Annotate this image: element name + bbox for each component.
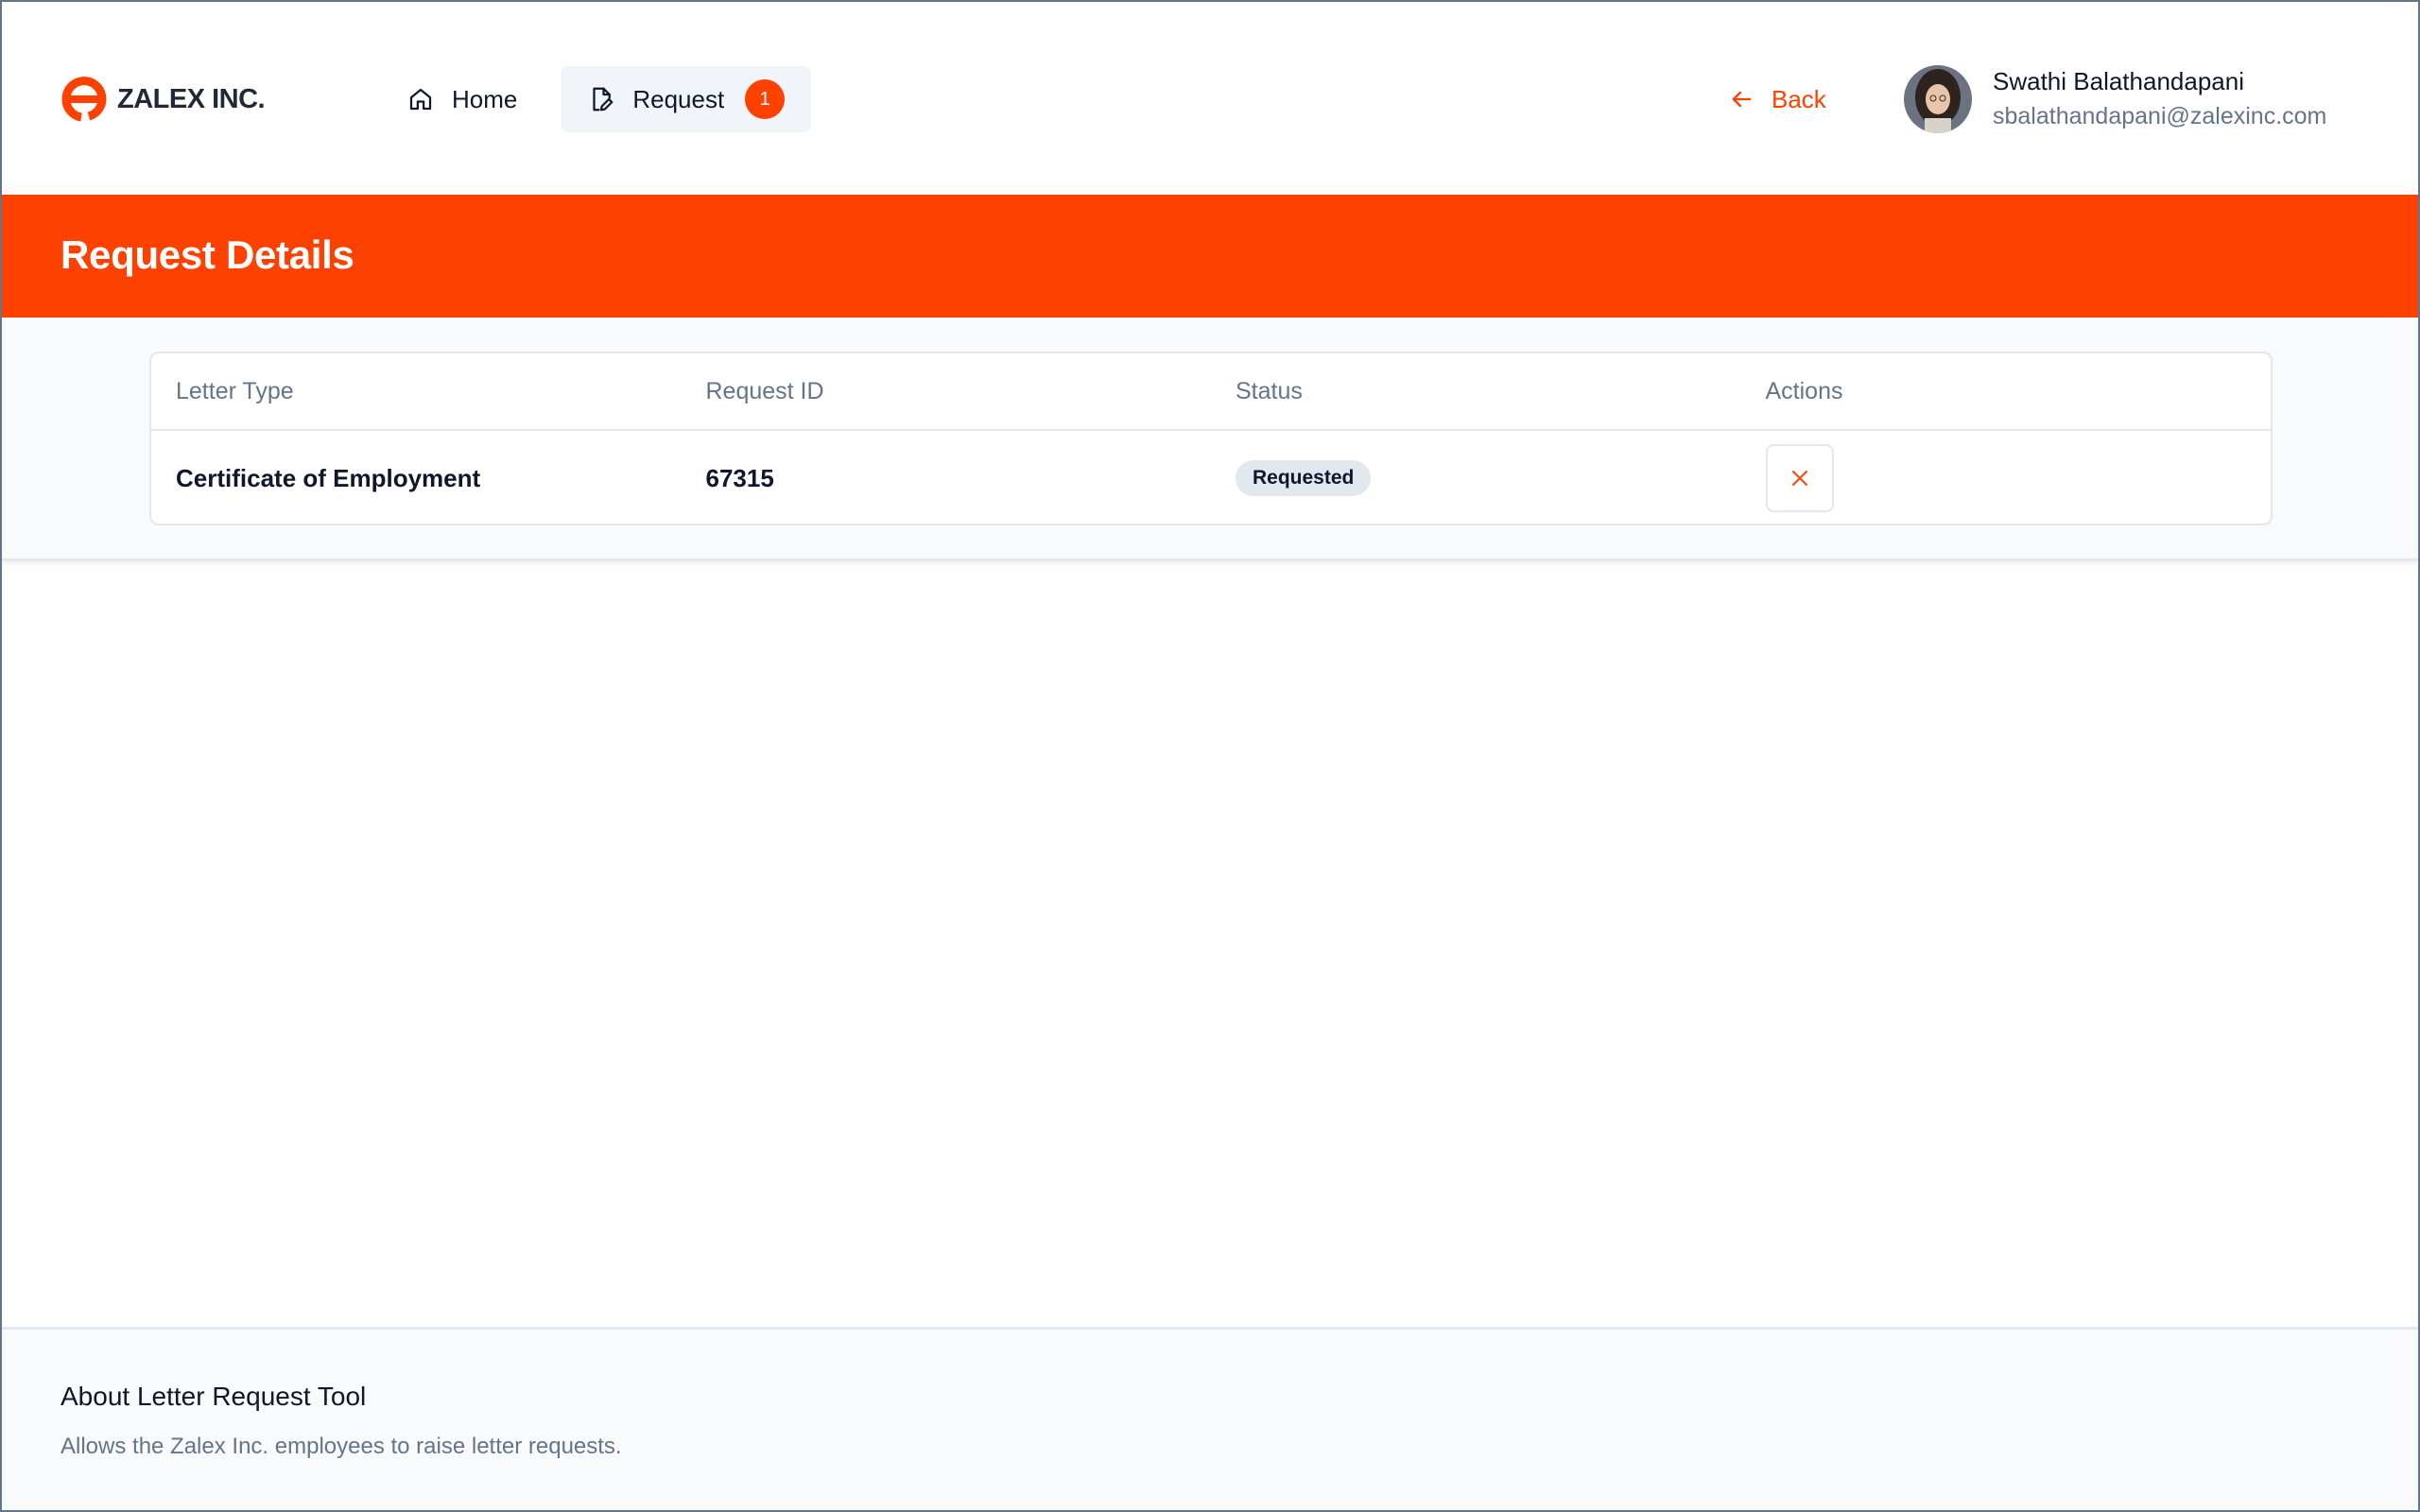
arrow-left-icon bbox=[1732, 91, 1752, 108]
brand-name: ZALEX INC. bbox=[117, 83, 266, 114]
column-header-actions: Actions bbox=[1765, 377, 1843, 404]
zalex-logo-icon bbox=[61, 77, 107, 122]
cancel-request-button[interactable] bbox=[1765, 444, 1834, 512]
user-profile[interactable]: Swathi Balathandapani sbalathandapani@za… bbox=[1904, 64, 2326, 134]
column-header-request-id: Request ID bbox=[705, 377, 824, 404]
main-navigation: Home Request 1 bbox=[378, 66, 812, 132]
user-email: sbalathandapani@zalexinc.com bbox=[1993, 103, 2327, 129]
nav-home-label: Home bbox=[452, 84, 518, 113]
page-banner: Request Details bbox=[2, 195, 2418, 318]
page-footer: About Letter Request Tool Allows the Zal… bbox=[2, 1327, 2418, 1510]
nav-home[interactable]: Home bbox=[378, 66, 545, 132]
request-id-cell: 67315 bbox=[705, 463, 774, 492]
status-badge: Requested bbox=[1236, 460, 1372, 496]
footer-title: About Letter Request Tool bbox=[60, 1382, 367, 1411]
status-cell: Requested bbox=[1211, 460, 1741, 496]
user-info: Swathi Balathandapani sbalathandapani@za… bbox=[1993, 64, 2326, 134]
footer-description: Allows the Zalex Inc. employees to raise… bbox=[60, 1434, 622, 1459]
nav-request-label: Request bbox=[632, 84, 725, 113]
actions-cell bbox=[1741, 444, 2272, 512]
close-icon bbox=[1791, 471, 1807, 486]
column-header-status: Status bbox=[1236, 377, 1303, 404]
page-title: Request Details bbox=[60, 232, 354, 277]
user-photo bbox=[1904, 65, 1972, 133]
document-edit-icon bbox=[593, 87, 614, 112]
avatar bbox=[1904, 65, 1972, 133]
top-navigation-bar: ZALEX INC. Home Request 1 Back Swathi Ba… bbox=[2, 2, 2418, 195]
brand-logo[interactable]: ZALEX INC. bbox=[60, 76, 266, 123]
request-table-section: Letter Type Request ID Status Actions Ce… bbox=[2, 318, 2418, 561]
letter-type-cell: Certificate of Employment bbox=[176, 463, 481, 492]
back-button[interactable]: Back bbox=[1728, 77, 1826, 121]
nav-request[interactable]: Request 1 bbox=[561, 66, 812, 132]
app-window: ZALEX INC. Home Request 1 Back Swathi Ba… bbox=[0, 0, 2420, 1512]
request-table: Letter Type Request ID Status Actions Ce… bbox=[149, 352, 2273, 525]
table-row: Certificate of Employment 67315 Requeste… bbox=[151, 431, 2272, 524]
home-icon bbox=[409, 88, 432, 111]
column-header-letter-type: Letter Type bbox=[176, 377, 294, 404]
user-name: Swathi Balathandapani bbox=[1993, 67, 2244, 95]
request-count-badge: 1 bbox=[745, 79, 786, 119]
back-label: Back bbox=[1772, 84, 1826, 113]
table-header-row: Letter Type Request ID Status Actions bbox=[151, 353, 2271, 431]
